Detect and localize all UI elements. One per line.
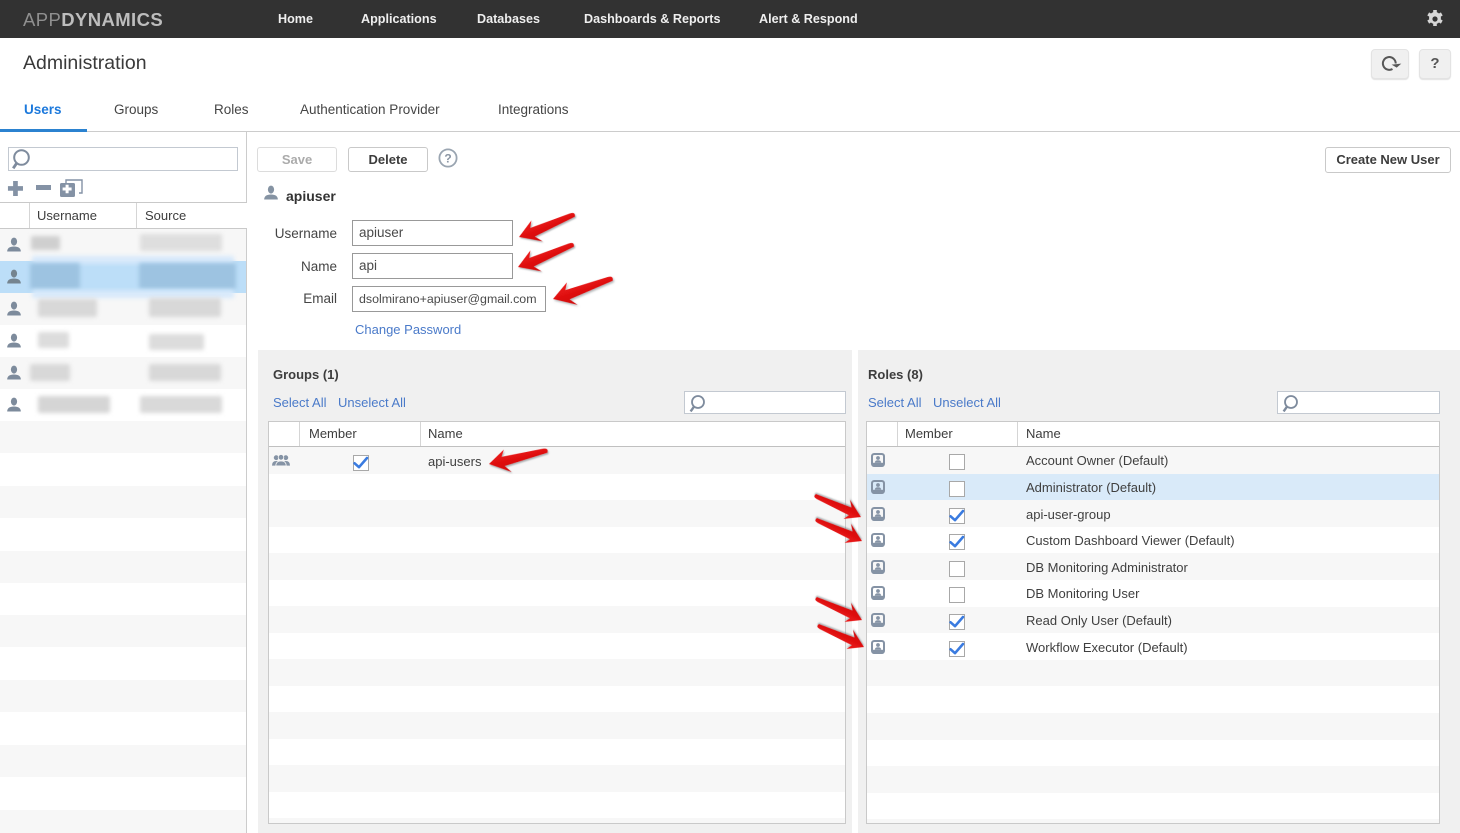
svg-text:?: ?	[444, 152, 451, 166]
